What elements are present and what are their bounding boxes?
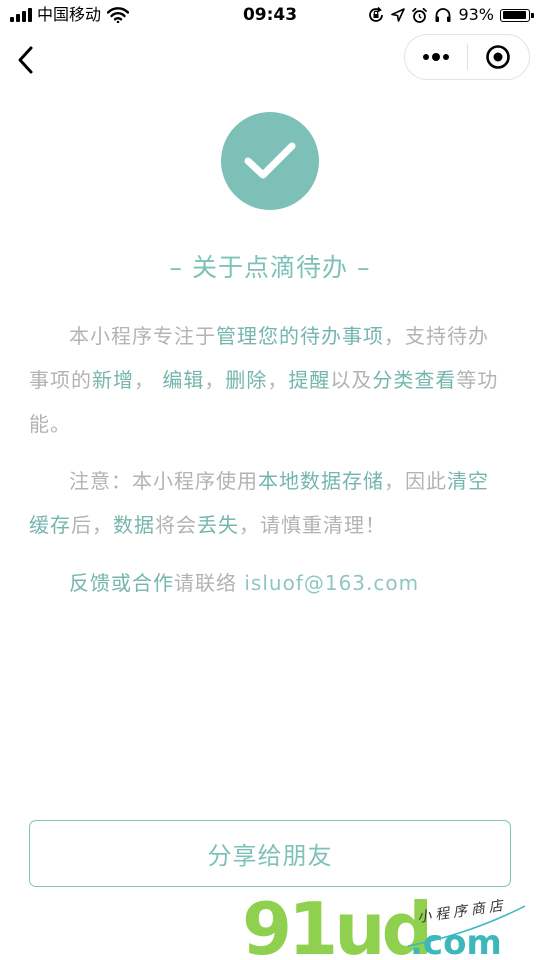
- body-text: ，: [267, 368, 289, 392]
- body-text: ，请慎重清理！: [239, 513, 386, 537]
- contact-paragraph: 反馈或合作请联络 isluof@163.com: [29, 561, 501, 605]
- contact-middle: 请联络: [174, 571, 245, 595]
- alarm-icon: [412, 7, 428, 23]
- share-button[interactable]: 分享给朋友: [29, 820, 511, 887]
- page-title: – 关于点滴待办 –: [169, 253, 371, 282]
- watermark-logo: 91ud 小程序商店 .com: [242, 888, 526, 960]
- watermark-domain: .com: [410, 923, 502, 960]
- body-text: 后，: [71, 513, 113, 537]
- body-text: 注意：本小程序使用: [69, 469, 258, 493]
- chevron-left-icon: [18, 46, 33, 74]
- battery-percent: 93%: [458, 5, 494, 24]
- contact-email[interactable]: isluof@163.com: [244, 571, 419, 595]
- more-dots-icon: [422, 53, 449, 61]
- battery-icon: [500, 8, 534, 22]
- highlight-text: 丢失: [197, 513, 239, 537]
- notice-paragraph: 注意：本小程序使用本地数据存储，因此清空缓存后，数据将会丢失，请慎重清理！: [29, 459, 501, 547]
- body-text: 将会: [155, 513, 197, 537]
- body-text: ，因此: [384, 469, 447, 493]
- contact-lead: 反馈或合作: [69, 571, 174, 595]
- highlight-text: 提醒: [288, 368, 331, 392]
- body-text: ，: [204, 368, 226, 392]
- highlight-text: 编辑: [162, 368, 205, 392]
- headphones-icon: [435, 8, 451, 22]
- body-text: 以及: [330, 368, 373, 392]
- location-icon: [391, 8, 406, 22]
- watermark-brand: 91ud: [242, 888, 429, 960]
- body-text: 本小程序专注于: [69, 324, 216, 348]
- watermark-tagline: 小程序商店: [416, 898, 507, 926]
- highlight-text: 本地数据存储: [258, 469, 384, 493]
- description-paragraph: 本小程序专注于管理您的待办事项，支持待办事项的新增， 编辑，删除，提醒以及分类查…: [29, 314, 501, 446]
- highlight-text: 新增: [92, 368, 134, 392]
- status-right: 93%: [367, 5, 534, 25]
- miniprogram-capsule: [404, 34, 530, 80]
- highlight-text: 分类查看: [372, 368, 457, 392]
- highlight-text: 删除: [225, 368, 268, 392]
- success-check-icon: [221, 112, 319, 210]
- status-bar: 中国移动 09:43 93%: [0, 0, 540, 32]
- highlight-text: 数据: [113, 513, 155, 537]
- more-button[interactable]: [405, 35, 467, 79]
- body-text: ，: [134, 368, 163, 392]
- orientation-lock-icon: [369, 6, 384, 22]
- close-button[interactable]: [468, 35, 530, 79]
- close-target-icon: [486, 45, 511, 69]
- highlight-text: 管理您的待办事项: [216, 324, 384, 348]
- back-button[interactable]: [10, 40, 42, 80]
